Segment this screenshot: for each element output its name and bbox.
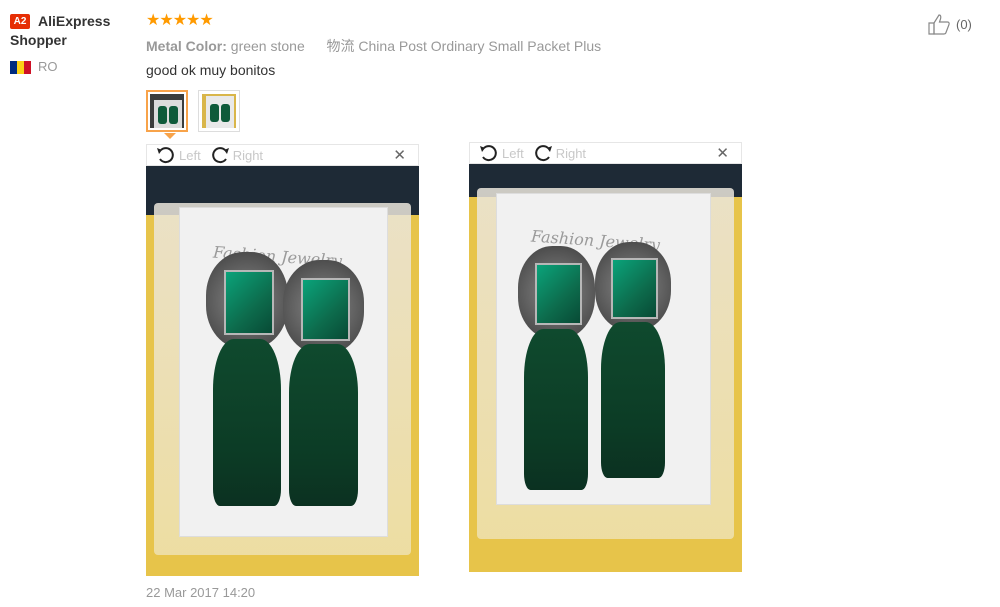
review-photo-1: Fashion Jewelry xyxy=(146,166,419,576)
rotate-left-button[interactable]: Left xyxy=(478,143,524,163)
review-photo-thumb-2[interactable] xyxy=(198,90,240,132)
review-photo-2: Fashion Jewelry xyxy=(469,164,742,572)
earring-left xyxy=(206,252,288,507)
review-photo-thumb-1[interactable] xyxy=(146,90,188,132)
rotate-right-button[interactable]: Right xyxy=(209,145,263,165)
rotate-right-label: Right xyxy=(555,145,587,161)
attr-value: green stone xyxy=(230,38,305,54)
rotate-right-label: Right xyxy=(232,147,264,163)
photo-viewer-toolbar-1: Left Right ✕ xyxy=(146,144,419,166)
reviewer-name: AliExpress Shopper xyxy=(10,13,111,48)
reviewer-country: RO xyxy=(38,59,58,74)
helpful-count: (0) xyxy=(956,16,972,32)
review-timestamp: 22 Mar 2017 14:20 xyxy=(146,585,256,600)
shipping-method: China Post Ordinary Small Packet Plus xyxy=(358,38,602,54)
review-attributes: Metal Color: green stone 物流 China Post O… xyxy=(146,36,601,56)
thumbs-up-icon xyxy=(928,14,950,35)
review-text: good ok muy bonitos xyxy=(146,62,276,78)
earring-right xyxy=(594,241,672,479)
rotate-left-label: Left xyxy=(179,147,201,163)
rotate-right-button[interactable]: Right xyxy=(532,143,586,163)
rotate-left-icon xyxy=(480,145,497,162)
rotate-left-button[interactable]: Left xyxy=(155,145,201,165)
rotate-left-label: Left xyxy=(502,145,524,161)
shipping-icon: 物流 xyxy=(326,38,355,54)
rotate-right-icon xyxy=(211,147,229,164)
rotate-right-icon xyxy=(534,145,552,162)
helpful-button[interactable]: (0) xyxy=(927,13,972,35)
attr-key: Metal Color: xyxy=(146,38,227,54)
earring-right xyxy=(282,260,365,507)
active-thumb-indicator xyxy=(164,133,176,139)
country-flag-icon xyxy=(10,61,31,74)
close-viewer-button[interactable]: ✕ xyxy=(393,146,406,164)
star-rating: ★★★★★ xyxy=(146,12,214,29)
rotate-left-icon xyxy=(157,147,174,164)
photo-viewer-toolbar-2: Left Right ✕ xyxy=(469,142,742,164)
earring-left xyxy=(518,245,595,491)
close-viewer-button[interactable]: ✕ xyxy=(716,144,729,162)
